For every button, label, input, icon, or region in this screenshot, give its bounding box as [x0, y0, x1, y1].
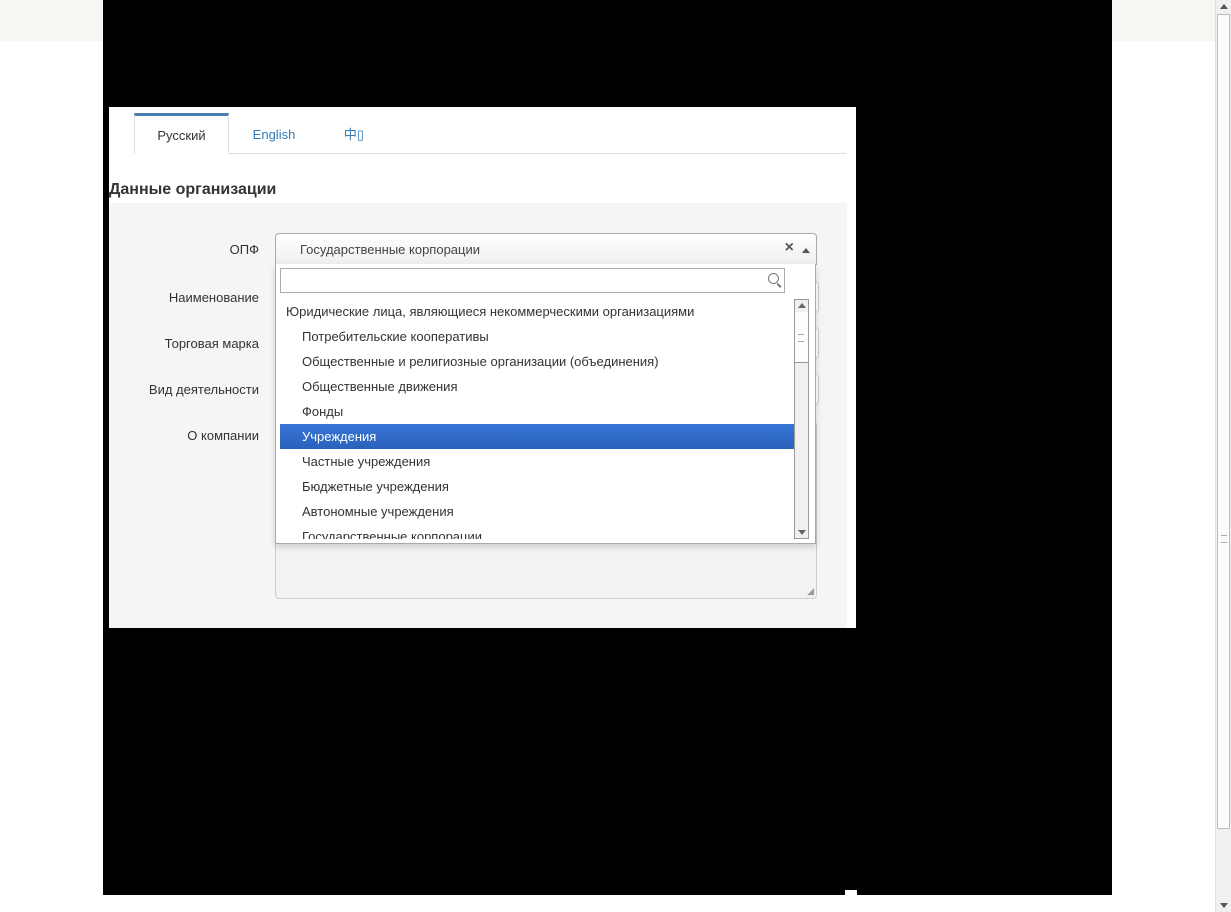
search-icon — [768, 273, 779, 284]
opf-label: ОПФ — [229, 242, 259, 257]
redaction-gap — [845, 890, 857, 895]
scroll-down-icon[interactable] — [798, 530, 806, 535]
organization-form: ОПФ Наименование Торговая марка Вид деят… — [109, 203, 847, 628]
brand-label: Торговая марка — [164, 336, 259, 351]
scroll-up-icon[interactable] — [798, 303, 806, 308]
page-scrollbar[interactable] — [1215, 0, 1231, 912]
resize-handle-icon[interactable]: ◢ — [807, 587, 814, 596]
dropdown-scroll-thumb[interactable] — [795, 312, 808, 363]
redacted-area-top — [103, 0, 1112, 107]
option-item[interactable]: Частные учреждения — [280, 449, 794, 474]
section-title: Данные организации — [109, 181, 277, 198]
redacted-area-bottom — [103, 628, 1112, 895]
redacted-area-left — [103, 107, 109, 628]
name-label: Наименование — [168, 290, 259, 305]
tab-chinese[interactable]: 中▯ — [334, 113, 374, 153]
opf-select[interactable]: Государственные корпорации × — [275, 233, 817, 265]
opf-selected-value: Государственные корпорации — [300, 242, 480, 257]
opf-dropdown: Юридические лица, являющиеся некоммерчес… — [275, 264, 816, 544]
option-item-highlighted[interactable]: Учреждения — [280, 424, 794, 449]
option-item[interactable]: Общественные и религиозные организации (… — [280, 349, 794, 374]
page-scroll-thumb[interactable] — [1217, 14, 1230, 829]
activity-label: Вид деятельности — [148, 382, 259, 397]
option-item[interactable]: Автономные учреждения — [280, 499, 794, 524]
language-tabs: Русский English 中▯ — [134, 113, 846, 154]
option-item[interactable]: Бюджетные учреждения — [280, 474, 794, 499]
option-item[interactable]: Потребительские кооперативы — [280, 324, 794, 349]
chevron-up-icon[interactable] — [802, 248, 810, 253]
clear-icon[interactable]: × — [785, 239, 794, 257]
organization-panel: Русский English 中▯ Данные организации ОП… — [109, 107, 856, 628]
page-scroll-up-icon[interactable] — [1220, 4, 1228, 9]
tab-english[interactable]: English — [242, 113, 306, 153]
option-group-nonprofit: Юридические лица, являющиеся некоммерчес… — [286, 304, 695, 319]
opf-search-input[interactable] — [280, 268, 785, 293]
page-scroll-down-icon[interactable] — [1220, 903, 1228, 908]
tab-russian[interactable]: Русский — [134, 113, 229, 154]
about-label: О компании — [187, 428, 259, 443]
opf-results-list: Юридические лица, являющиеся некоммерчес… — [280, 299, 794, 539]
option-item[interactable]: Общественные движения — [280, 374, 794, 399]
dropdown-scrollbar[interactable] — [794, 299, 809, 539]
option-item[interactable]: Фонды — [280, 399, 794, 424]
option-item[interactable]: Государственные корпорации — [280, 524, 794, 539]
